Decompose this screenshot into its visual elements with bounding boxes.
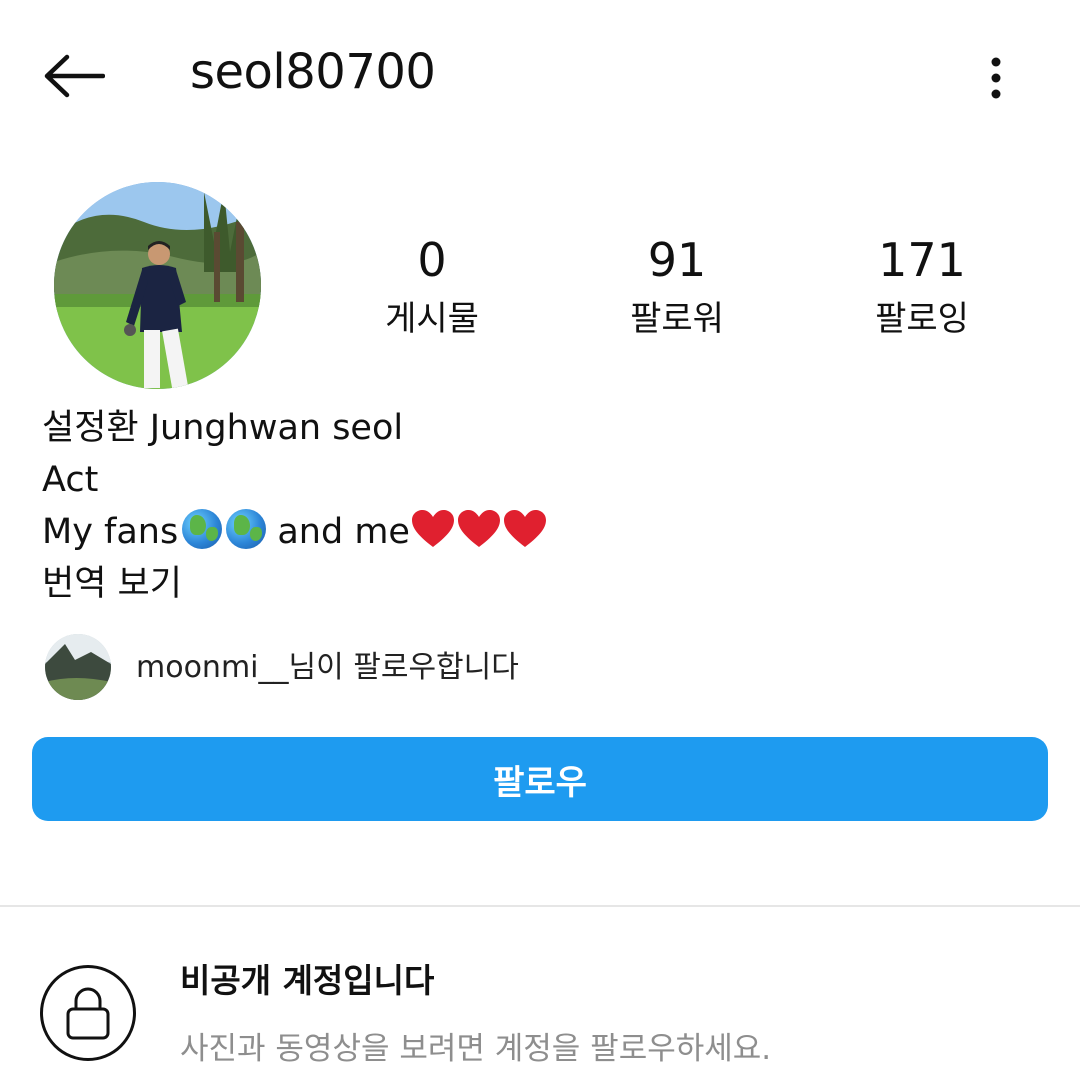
section-divider [0, 905, 1080, 907]
following-count: 171 [878, 233, 966, 287]
private-account-title: 비공개 계정입니다 [180, 961, 435, 1000]
mutual-follower-photo [45, 634, 111, 700]
arrow-left-icon [44, 54, 105, 98]
bio-text-line: My fans and me [42, 506, 548, 558]
followers-count: 91 [647, 233, 707, 287]
profile-bio: 설정환 Junghwan seol Act My fans and me 번역 … [42, 402, 548, 610]
stat-following[interactable]: 171 팔로잉 [822, 232, 1022, 342]
back-button[interactable] [38, 44, 110, 108]
stat-followers[interactable]: 91 팔로워 [577, 232, 777, 342]
follow-button[interactable]: 팔로우 [32, 737, 1048, 821]
bio-text-start: My fans [42, 512, 179, 552]
mutual-follower-username: moonmi__ [136, 650, 289, 685]
more-vertical-icon [991, 57, 1001, 99]
followers-label: 팔로워 [630, 299, 724, 339]
posts-count: 0 [417, 233, 447, 287]
heart-emoji-icon [411, 510, 454, 547]
globe-emoji-icon [226, 509, 267, 549]
profile-username: seol80700 [190, 44, 436, 100]
bio-name: 설정환 Junghwan seol [42, 408, 404, 448]
followed-by-suffix: 님이 팔로우합니다 [288, 650, 519, 685]
bio-text-middle: and me [266, 512, 410, 552]
followed-by-text[interactable]: moonmi__님이 팔로우합니다 [136, 646, 519, 690]
heart-emoji-icon [503, 510, 546, 547]
mutual-follower-avatar[interactable] [45, 634, 111, 700]
translate-link[interactable]: 번역 보기 [42, 558, 548, 610]
following-label: 팔로잉 [875, 299, 969, 339]
stat-posts: 0 게시물 [332, 232, 532, 342]
posts-label: 게시물 [385, 299, 479, 339]
bio-category: Act [42, 460, 99, 500]
heart-emoji-icon [457, 510, 500, 547]
profile-photo [54, 182, 261, 389]
globe-emoji-icon [182, 509, 223, 549]
private-lock-badge [40, 965, 136, 1061]
private-account-subtitle: 사진과 동영상을 보려면 계정을 팔로우하세요. [180, 1031, 772, 1067]
profile-avatar[interactable] [54, 182, 261, 389]
more-options-button[interactable] [972, 48, 1020, 108]
lock-icon [66, 987, 110, 1040]
